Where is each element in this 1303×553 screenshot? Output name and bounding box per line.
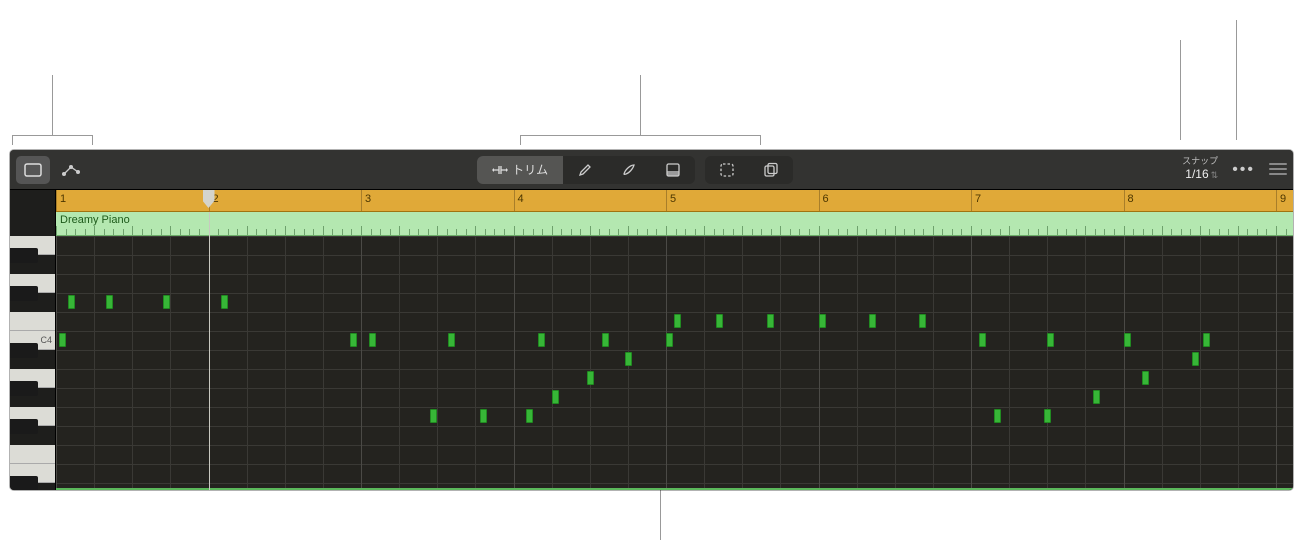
midi-note[interactable] [979, 333, 986, 347]
midi-note[interactable] [625, 352, 632, 366]
piano-keyboard[interactable]: C4 [10, 190, 56, 490]
pencil-tool-button[interactable] [563, 156, 607, 184]
more-menu-button[interactable]: ••• [1232, 161, 1255, 179]
midi-note[interactable] [716, 314, 723, 328]
track-area[interactable]: 123456789 Dreamy Piano [56, 190, 1293, 490]
velocity-tool-button[interactable] [651, 156, 695, 184]
editor-body: C4 123456789 Dreamy Piano [10, 190, 1293, 490]
callout-grid [660, 490, 661, 540]
callout-view-toggle [12, 135, 92, 136]
midi-note[interactable] [538, 333, 545, 347]
editor-toolbar: トリム [10, 150, 1293, 190]
midi-note[interactable] [994, 409, 1001, 423]
bar-marker[interactable]: 9 [1276, 190, 1286, 211]
midi-note[interactable] [369, 333, 376, 347]
midi-note[interactable] [526, 409, 533, 423]
midi-note[interactable] [869, 314, 876, 328]
bar-marker[interactable]: 8 [1124, 190, 1134, 211]
midi-note[interactable] [1124, 333, 1131, 347]
bar-marker[interactable]: 1 [56, 190, 66, 211]
midi-note[interactable] [1203, 333, 1210, 347]
midi-note[interactable] [1093, 390, 1100, 404]
piano-roll-editor: トリム [10, 150, 1293, 490]
midi-note[interactable] [221, 295, 228, 309]
midi-note[interactable] [106, 295, 113, 309]
midi-note[interactable] [767, 314, 774, 328]
midi-note[interactable] [448, 333, 455, 347]
midi-note[interactable] [819, 314, 826, 328]
midi-note[interactable] [1142, 371, 1149, 385]
action-group [705, 156, 793, 184]
midi-note[interactable] [68, 295, 75, 309]
snap-label: スナップ [1182, 157, 1218, 166]
midi-note[interactable] [350, 333, 357, 347]
view-automation-button[interactable] [54, 156, 88, 184]
midi-note[interactable] [666, 333, 673, 347]
midi-note[interactable] [1047, 333, 1054, 347]
bar-ruler[interactable]: 123456789 [56, 190, 1293, 212]
snap-value: 1/16 [1185, 167, 1208, 181]
c4-label: C4 [40, 335, 52, 345]
bar-marker[interactable]: 3 [361, 190, 371, 211]
midi-note[interactable] [59, 333, 66, 347]
chevron-updown-icon: ⇅ [1211, 170, 1219, 180]
bar-marker[interactable]: 6 [819, 190, 829, 211]
callout-snap [1180, 40, 1181, 140]
copy-button[interactable] [749, 156, 793, 184]
midi-note[interactable] [919, 314, 926, 328]
midi-note[interactable] [674, 314, 681, 328]
callout-tools [520, 135, 760, 136]
midi-note[interactable] [430, 409, 437, 423]
midi-note[interactable] [552, 390, 559, 404]
midi-note[interactable] [1192, 352, 1199, 366]
bar-marker[interactable]: 7 [971, 190, 981, 211]
playhead[interactable] [209, 212, 210, 490]
bar-marker[interactable]: 4 [514, 190, 524, 211]
midi-note[interactable] [480, 409, 487, 423]
snap-selector[interactable]: スナップ 1/16⇅ [1182, 157, 1218, 182]
trim-tool-button[interactable]: トリム [477, 156, 563, 184]
edit-tool-group: トリム [477, 156, 695, 184]
trim-label: トリム [512, 161, 548, 178]
brush-tool-button[interactable] [607, 156, 651, 184]
region-outline [56, 488, 1293, 490]
midi-note[interactable] [602, 333, 609, 347]
region-strip[interactable]: Dreamy Piano [56, 212, 1293, 236]
note-grid[interactable] [56, 236, 1293, 490]
midi-note[interactable] [163, 295, 170, 309]
bar-marker[interactable]: 5 [666, 190, 676, 211]
select-tool-button[interactable] [705, 156, 749, 184]
midi-note[interactable] [1044, 409, 1051, 423]
sidebar-toggle-button[interactable] [1269, 163, 1287, 177]
callout-more [1236, 20, 1237, 140]
view-notes-button[interactable] [16, 156, 50, 184]
midi-note[interactable] [587, 371, 594, 385]
